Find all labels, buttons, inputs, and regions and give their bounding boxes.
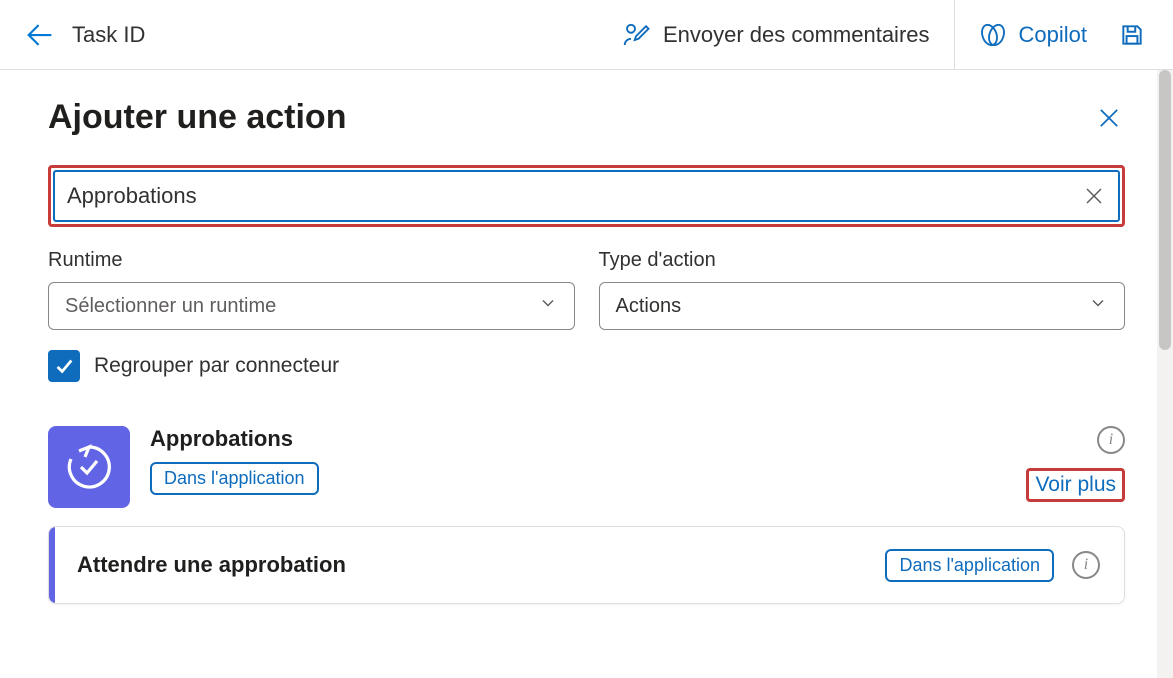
filters-row: Runtime Sélectionner un runtime Type d'a… [48,249,1125,330]
runtime-label: Runtime [48,249,575,272]
action-type-select[interactable]: Actions [599,282,1126,330]
chevron-down-icon [538,293,558,319]
connector-text: Approbations Dans l'application [150,426,1006,495]
copilot-button[interactable]: Copilot [959,0,1107,70]
save-button[interactable] [1107,0,1157,70]
scrollbar[interactable] [1157,70,1173,678]
search-input[interactable] [67,183,1082,209]
group-by-connector-row: Regrouper par connecteur [48,350,1125,382]
connector-title: Approbations [150,426,1006,452]
action-card[interactable]: Attendre une approbation Dans l'applicat… [48,526,1125,604]
see-more-highlight: Voir plus [1026,468,1125,502]
action-type-select-value: Actions [616,295,682,318]
runtime-filter: Runtime Sélectionner un runtime [48,249,575,330]
action-info-button[interactable]: i [1072,551,1100,579]
scrollbar-thumb[interactable] [1159,70,1171,350]
connector-info-button[interactable]: i [1097,426,1125,454]
chevron-down-icon [1088,293,1108,319]
search-highlight [48,165,1125,227]
connector-right: i Voir plus [1026,426,1125,502]
action-title: Attendre une approbation [55,552,885,578]
action-type-label: Type d'action [599,249,1126,272]
feedback-label: Envoyer des commentaires [663,22,930,48]
copilot-label: Copilot [1019,22,1087,48]
approvals-connector-icon [48,426,130,508]
action-type-filter: Type d'action Actions [599,249,1126,330]
runtime-select-value: Sélectionner un runtime [65,295,276,318]
search-field[interactable] [53,170,1120,222]
page-title: Task ID [72,22,145,48]
action-badge: Dans l'application [885,549,1054,582]
clear-search-button[interactable] [1082,184,1106,208]
panel-header: Ajouter une action [48,98,1125,137]
back-button[interactable] [16,11,64,59]
feedback-button[interactable]: Envoyer des commentaires [601,0,950,70]
runtime-select[interactable]: Sélectionner un runtime [48,282,575,330]
copilot-icon [979,21,1007,49]
see-more-link[interactable]: Voir plus [1035,473,1116,496]
group-checkbox[interactable] [48,350,80,382]
save-icon [1119,22,1145,48]
close-button[interactable] [1093,102,1125,134]
feedback-icon [621,20,651,50]
panel-content: Ajouter une action Runtime Sélectionner … [0,70,1173,678]
group-checkbox-label: Regrouper par connecteur [94,354,339,378]
action-right: Dans l'application i [885,549,1124,582]
top-bar: Task ID Envoyer des commentaires Copilot [0,0,1173,70]
connector-badge: Dans l'application [150,462,319,495]
connector-header: Approbations Dans l'application i Voir p… [48,426,1125,508]
divider [954,0,955,70]
panel-title: Ajouter une action [48,98,346,137]
